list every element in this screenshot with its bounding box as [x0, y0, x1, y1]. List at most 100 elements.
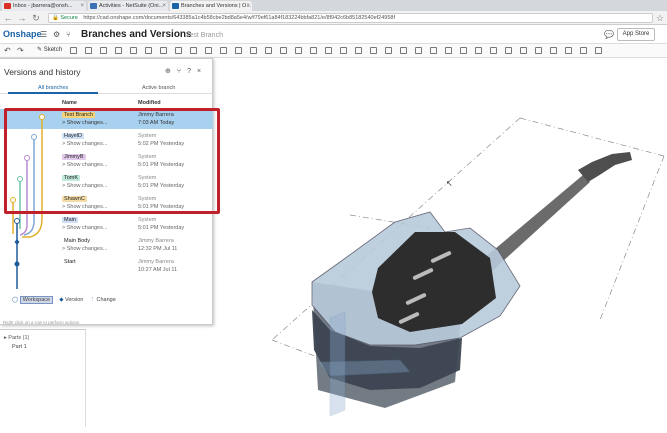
feature-tool-icon[interactable]	[115, 47, 122, 54]
close-icon[interactable]: ×	[80, 1, 84, 11]
feature-tool-icon[interactable]	[250, 47, 257, 54]
parts-header[interactable]: ▸ Parts (1)	[4, 335, 29, 341]
feature-tool-icon[interactable]	[85, 47, 92, 54]
show-changes-link[interactable]: > Show changes...	[62, 225, 107, 231]
workspace-node[interactable]	[14, 218, 20, 224]
browser-tabbar: Inbox - jbarrera@onsh... × Activities - …	[0, 0, 667, 11]
back-icon[interactable]: ←	[3, 13, 13, 23]
close-icon[interactable]: ×	[197, 68, 201, 75]
feature-tool-icon[interactable]	[550, 47, 557, 54]
guitar-body	[311, 211, 521, 417]
redo-icon[interactable]: ↷	[17, 46, 24, 56]
browser-tab-label: Inbox - jbarrera@onsh...	[13, 3, 73, 9]
browser-tab-onshape[interactable]: Branches and Versions | O... ×	[170, 1, 252, 11]
feature-tool-icon[interactable]	[475, 47, 482, 54]
graphics-area[interactable]: ↖	[213, 58, 667, 433]
browser-tab-label: Activities - NetSuite (Oni...	[99, 3, 164, 9]
feature-tool-icon[interactable]	[235, 47, 242, 54]
browser-tab-gmail[interactable]: Inbox - jbarrera@onsh... ×	[2, 1, 86, 11]
feature-tool-icon[interactable]	[280, 47, 287, 54]
help-icon[interactable]: ?	[187, 68, 191, 75]
feature-tool-icon[interactable]	[505, 47, 512, 54]
feature-tool-icon[interactable]	[535, 47, 542, 54]
column-header-modified: Modified	[138, 100, 161, 106]
panel-title: Versions and history	[4, 67, 81, 77]
branch-icon[interactable]: ⑂	[177, 68, 181, 75]
feature-tool-icon[interactable]	[595, 47, 602, 54]
feature-tool-icon[interactable]	[205, 47, 212, 54]
feature-tool-icon[interactable]	[400, 47, 407, 54]
change-legend-icon: ⋮	[89, 297, 95, 303]
comment-icon[interactable]: 💬	[604, 30, 614, 40]
feature-tool-icon[interactable]	[100, 47, 107, 54]
feature-tool-icon[interactable]	[160, 47, 167, 54]
feature-tool-icon[interactable]	[265, 47, 272, 54]
address-bar-row: ← → ↻ 🔒 Secure https://cad.onshape.com/d…	[0, 11, 667, 25]
feature-tool-icon[interactable]	[445, 47, 452, 54]
feature-tool-icon[interactable]	[175, 47, 182, 54]
feature-tool-icon[interactable]	[70, 47, 77, 54]
feature-tool-icon[interactable]	[340, 47, 347, 54]
feature-tool-icon[interactable]	[370, 47, 377, 54]
undo-icon[interactable]: ↶	[4, 46, 11, 56]
show-changes-link[interactable]: > Show changes...	[62, 246, 107, 252]
modified-by: System	[138, 217, 157, 223]
version-node[interactable]	[14, 239, 20, 245]
url-field[interactable]: 🔒 Secure https://cad.onshape.com/documen…	[48, 13, 653, 23]
part-item[interactable]: Part 1	[12, 344, 27, 350]
feature-tool-icon[interactable]	[145, 47, 152, 54]
headstock	[578, 152, 632, 182]
versions-icon[interactable]: ⑂	[66, 30, 71, 40]
sketch-label: Sketch	[43, 47, 63, 53]
modified-time: 12:32 PM Jul 11	[138, 246, 178, 252]
modified-time: 5:01 PM Yesterday	[138, 225, 185, 231]
plane-edge	[519, 117, 665, 157]
document-title[interactable]: Branches and Versions	[81, 29, 192, 40]
divider	[0, 329, 86, 330]
url-text: https://cad.onshape.com/documents/643385…	[83, 15, 395, 21]
version-name: Main Body	[64, 238, 90, 244]
sketch-button[interactable]: ✎ Sketch	[37, 46, 62, 53]
feature-tool-icon[interactable]	[325, 47, 332, 54]
browser-tab-label: Branches and Versions | O...	[181, 3, 251, 9]
version-name: Main	[62, 217, 78, 223]
feature-tool-icon[interactable]	[490, 47, 497, 54]
graph-legend: ◯ Workspace ◆ Version ⋮ Change	[12, 296, 116, 304]
feature-tool-icon[interactable]	[430, 47, 437, 54]
close-icon[interactable]: ×	[246, 1, 250, 11]
tab-active-branch[interactable]: Active branch	[142, 85, 175, 91]
feature-tool-icon[interactable]	[355, 47, 362, 54]
feature-tool-icon[interactable]	[565, 47, 572, 54]
feature-tool-icon[interactable]	[220, 47, 227, 54]
panel-actions: ⊕ ⑂? ×	[165, 67, 207, 75]
feature-tool-icon[interactable]	[415, 47, 422, 54]
feature-tool-icon[interactable]	[460, 47, 467, 54]
feature-tool-icon[interactable]	[130, 47, 137, 54]
app-store-button[interactable]: App Store	[617, 28, 655, 41]
feature-tool-icon[interactable]	[520, 47, 527, 54]
feature-tool-icon[interactable]	[295, 47, 302, 54]
forward-icon[interactable]: →	[17, 13, 27, 23]
reload-icon[interactable]: ↻	[31, 13, 41, 23]
create-version-icon[interactable]: ⊕	[165, 68, 171, 75]
browser-tab-netsuite[interactable]: Activities - NetSuite (Oni... ×	[88, 1, 168, 11]
version-node[interactable]	[14, 261, 20, 267]
feature-tool-icon[interactable]	[385, 47, 392, 54]
document-settings-icon[interactable]: ⚙	[53, 30, 60, 40]
plane-edge	[599, 155, 665, 321]
cursor-icon: ↖	[446, 179, 453, 188]
column-header-name: Name	[62, 100, 77, 106]
close-icon[interactable]: ×	[162, 1, 166, 11]
onshape-logo[interactable]: Onshape	[3, 29, 42, 39]
menu-icon[interactable]: ☰	[40, 30, 47, 40]
panel-hint: Right click on a row to perform actions	[3, 320, 80, 325]
feature-tool-icon[interactable]	[190, 47, 197, 54]
gmail-icon	[4, 3, 11, 9]
feature-tool-icon[interactable]	[310, 47, 317, 54]
feature-tool-icon[interactable]	[580, 47, 587, 54]
tab-all-branches[interactable]: All branches	[38, 85, 68, 91]
legend-workspace: Workspace	[19, 296, 54, 304]
modified-time: 10:27 AM Jul 11	[138, 267, 178, 273]
modified-by: Jimmy Barrera	[138, 259, 174, 265]
star-icon[interactable]: ☆	[655, 13, 665, 23]
